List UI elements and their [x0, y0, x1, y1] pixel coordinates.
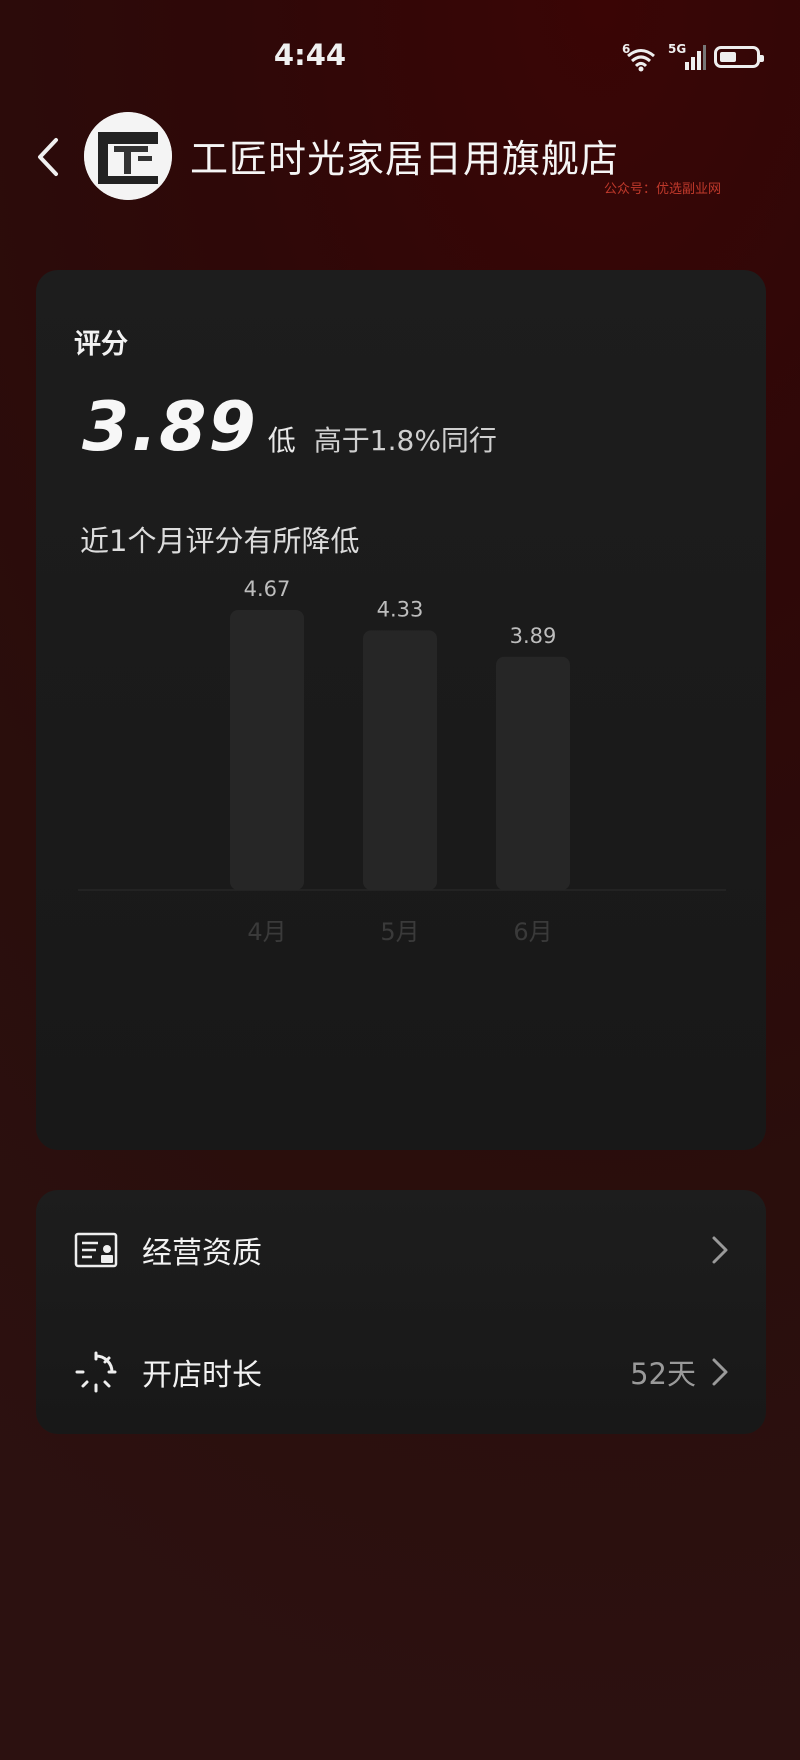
- wifi-icon: 6: [622, 42, 655, 72]
- store-duration-label: 开店时长: [142, 1358, 262, 1393]
- chart-category-label: 4月: [247, 918, 286, 946]
- status-time: 4:44: [273, 38, 347, 72]
- qualification-row[interactable]: 经营资质: [36, 1190, 766, 1310]
- store-duration-value: 52天: [630, 1357, 696, 1391]
- store-logo-image: [84, 112, 172, 200]
- chart-category-label: 5月: [380, 918, 419, 946]
- watermark-text: 公众号：优选副业网: [604, 182, 722, 197]
- store-duration-row[interactable]: 开店时长 52天: [36, 1312, 766, 1432]
- score-bar-chart: 4.67 4月 4.33 5月 3.89 6月: [78, 577, 726, 946]
- battery-icon: [714, 46, 764, 68]
- chevron-right-icon: [712, 1236, 728, 1264]
- score-card: 评分 3.89 低 高于1.8%同行 近1个月评分有所降低 4.67 4月 4.33…: [36, 270, 766, 1150]
- store-logo[interactable]: [84, 112, 172, 200]
- score-label: 评分: [74, 329, 128, 360]
- chart-value-label: 4.33: [377, 597, 424, 621]
- cellular-signal-icon: 5G: [668, 42, 706, 70]
- chart-value-label: 4.67: [244, 577, 291, 601]
- score-compare-text: 高于1.8%同行: [313, 424, 497, 457]
- chart-value-label: 3.89: [510, 624, 557, 648]
- score-value: 3.89: [82, 388, 258, 467]
- back-arrow-icon[interactable]: [28, 132, 68, 182]
- store-name: 工匠时光家居日用旗舰店: [190, 137, 620, 181]
- score-level: 低: [267, 424, 296, 457]
- info-card: 经营资质 开店时长 52天: [36, 1190, 766, 1434]
- score-row: 3.89 低 高于1.8%同行: [82, 388, 497, 467]
- loading-clock-icon: [75, 1351, 117, 1393]
- chart-bar: [496, 656, 570, 890]
- chart-bar: [363, 630, 437, 890]
- chart-bar: [230, 610, 304, 890]
- chevron-right-icon: [712, 1358, 728, 1386]
- license-document-icon: [74, 1232, 118, 1268]
- score-trend-text: 近1个月评分有所降低: [80, 524, 360, 558]
- chart-category-label: 6月: [513, 918, 552, 946]
- status-icons: 6 5G: [622, 42, 764, 72]
- qualification-label: 经营资质: [142, 1236, 262, 1271]
- svg-text:5G: 5G: [668, 42, 686, 56]
